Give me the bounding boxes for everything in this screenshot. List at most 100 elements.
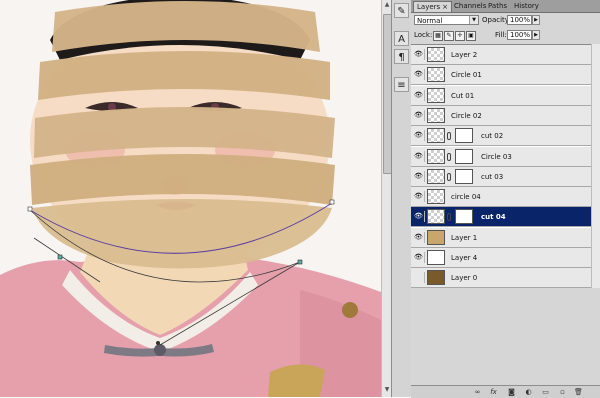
close-icon[interactable]: × <box>442 3 448 11</box>
layer-row[interactable]: 👁 circle 04 <box>411 187 600 208</box>
layer-thumbnail <box>427 168 445 184</box>
layer-thumbnail <box>427 87 445 103</box>
opacity-field[interactable]: 100% ▶ <box>507 15 540 25</box>
scroll-up-arrow-icon[interactable]: ▲ <box>383 1 391 9</box>
visibility-eye-icon[interactable]: 👁 <box>413 109 425 121</box>
fill-label: Fill: <box>495 31 507 39</box>
layer-name: Layer 0 <box>451 274 478 283</box>
layer-row[interactable]: 👁 Circle 03 <box>411 146 600 167</box>
layer-row[interactable]: 👁 Layer 1 <box>411 227 600 248</box>
visibility-eye-icon[interactable]: 👁 <box>413 211 425 223</box>
layer-thumbnail <box>427 128 445 144</box>
visibility-eye-icon[interactable]: 👁 <box>413 150 425 162</box>
layer-name: cut 02 <box>481 132 504 141</box>
visibility-eye-icon[interactable]: 👁 <box>413 130 425 142</box>
layer-mask-thumbnail[interactable] <box>455 168 473 184</box>
layer-thumbnail <box>427 148 445 164</box>
lock-all-icon[interactable]: ▣ <box>466 31 476 41</box>
chevron-down-icon: ▼ <box>469 16 478 24</box>
layer-thumbnail <box>427 250 445 265</box>
layer-name: Cut 01 <box>451 91 475 100</box>
layer-row[interactable]: 👁 cut 02 <box>411 126 600 147</box>
layer-row[interactable]: 👁 Layer 2 <box>411 45 600 65</box>
lock-position-icon[interactable]: ✛ <box>455 31 465 41</box>
chain-link-icon[interactable] <box>447 132 451 141</box>
layer-mask-thumbnail[interactable] <box>455 209 473 225</box>
document-canvas[interactable] <box>0 0 381 397</box>
layer-row[interactable]: 👁 cut 03 <box>411 166 600 187</box>
lock-image-icon[interactable]: ✎ <box>444 31 454 41</box>
paragraph-icon[interactable]: ¶ <box>394 49 409 64</box>
visibility-eye-icon[interactable]: 👁 <box>413 231 425 243</box>
layer-name: cut 03 <box>481 172 504 181</box>
visibility-eye-icon[interactable]: 👁 <box>413 252 425 263</box>
character-icon[interactable]: A <box>394 31 409 46</box>
layer-mask-thumbnail[interactable] <box>455 128 473 144</box>
visibility-eye-icon[interactable]: 👁 <box>413 69 425 81</box>
chain-link-icon[interactable] <box>447 172 451 181</box>
layer-thumbnail <box>427 229 445 245</box>
panel-tabs: Layers × Channels Paths History <box>411 0 600 13</box>
layer-thumbnail <box>427 209 445 225</box>
layer-thumbnail <box>427 107 445 123</box>
visibility-eye-icon[interactable]: 👁 <box>413 170 425 182</box>
trash-icon[interactable]: 🗑 <box>574 388 583 396</box>
add-mask-icon[interactable]: ◙ <box>507 388 516 396</box>
layer-thumbnail <box>427 47 445 62</box>
layer-name: Layer 4 <box>451 254 478 262</box>
visibility-eye-icon[interactable]: 👁 <box>413 191 425 203</box>
fill-value: 100% <box>510 31 531 39</box>
layer-name: Layer 2 <box>451 51 478 59</box>
layer-name: Circle 02 <box>451 111 482 120</box>
new-group-icon[interactable]: ▭ <box>541 388 550 396</box>
lock-transparent-icon[interactable]: ▦ <box>433 31 443 41</box>
lock-label: Lock: <box>414 31 433 39</box>
adjustment-layer-icon[interactable]: ◐ <box>524 388 533 396</box>
layer-list[interactable]: 👁 Layer 2 👁 Circle 01 👁 Cut 01 👁 Circle 02 👁 cut … <box>411 44 600 289</box>
layer-thumbnail <box>427 270 445 286</box>
layer-name: Circle 03 <box>481 152 512 161</box>
notes-icon[interactable]: ≡ <box>394 77 409 92</box>
tab-layers[interactable]: Layers × <box>413 1 453 12</box>
canvas-artwork <box>0 0 381 397</box>
blend-mode-value: Normal <box>417 17 443 25</box>
opacity-arrow-icon[interactable]: ▶ <box>532 15 540 25</box>
scroll-down-arrow-icon[interactable]: ▼ <box>383 386 391 394</box>
layer-thumbnail <box>427 189 445 205</box>
panel-dock-icons: ✎ A ¶ ≡ <box>391 0 412 397</box>
visibility-off-icon[interactable] <box>413 272 425 284</box>
layer-row[interactable]: Layer 0 <box>411 268 600 289</box>
tab-layers-label: Layers <box>417 3 441 11</box>
fx-icon[interactable]: fx <box>489 388 498 396</box>
fill-field[interactable]: 100% ▶ <box>507 30 540 40</box>
tab-history[interactable]: History <box>511 1 542 12</box>
visibility-eye-icon[interactable]: 👁 <box>413 49 425 60</box>
layer-row[interactable]: 👁 Circle 02 <box>411 105 600 126</box>
fill-arrow-icon[interactable]: ▶ <box>532 30 540 40</box>
layer-thumbnail <box>427 67 445 83</box>
layer-name: circle 04 <box>451 193 481 202</box>
layer-name: Circle 01 <box>451 71 482 80</box>
layer-mask-thumbnail[interactable] <box>455 148 473 164</box>
layer-row[interactable]: 👁 Layer 4 <box>411 248 600 268</box>
layers-panel: Layers × Channels Paths History Normal ▼ … <box>411 0 600 398</box>
layer-name: Layer 1 <box>451 233 478 242</box>
chain-link-icon[interactable] <box>447 152 451 161</box>
layer-row[interactable]: 👁 cut 04 <box>411 207 600 228</box>
tab-channels[interactable]: Channels <box>451 1 489 12</box>
layer-row[interactable]: 👁 Circle 01 <box>411 65 600 86</box>
layers-bottom-toolbar: ∞ fx ◙ ◐ ▭ ▫ 🗑 <box>411 385 600 398</box>
layer-list-empty-area <box>411 288 600 383</box>
new-layer-icon[interactable]: ▫ <box>558 388 567 396</box>
link-layers-icon[interactable]: ∞ <box>473 388 482 396</box>
brush-settings-icon[interactable]: ✎ <box>394 3 409 18</box>
layer-name: cut 04 <box>481 213 506 222</box>
opacity-value: 100% <box>510 16 531 24</box>
layer-row[interactable]: 👁 Cut 01 <box>411 85 600 106</box>
blend-mode-select[interactable]: Normal ▼ <box>414 15 479 25</box>
tab-paths[interactable]: Paths <box>485 1 510 12</box>
layer-list-scrollbar[interactable] <box>591 44 600 288</box>
blend-opacity-row: Normal ▼ Opacity: 100% ▶ <box>411 13 600 27</box>
chain-link-icon[interactable] <box>447 213 451 222</box>
visibility-eye-icon[interactable]: 👁 <box>413 89 425 101</box>
